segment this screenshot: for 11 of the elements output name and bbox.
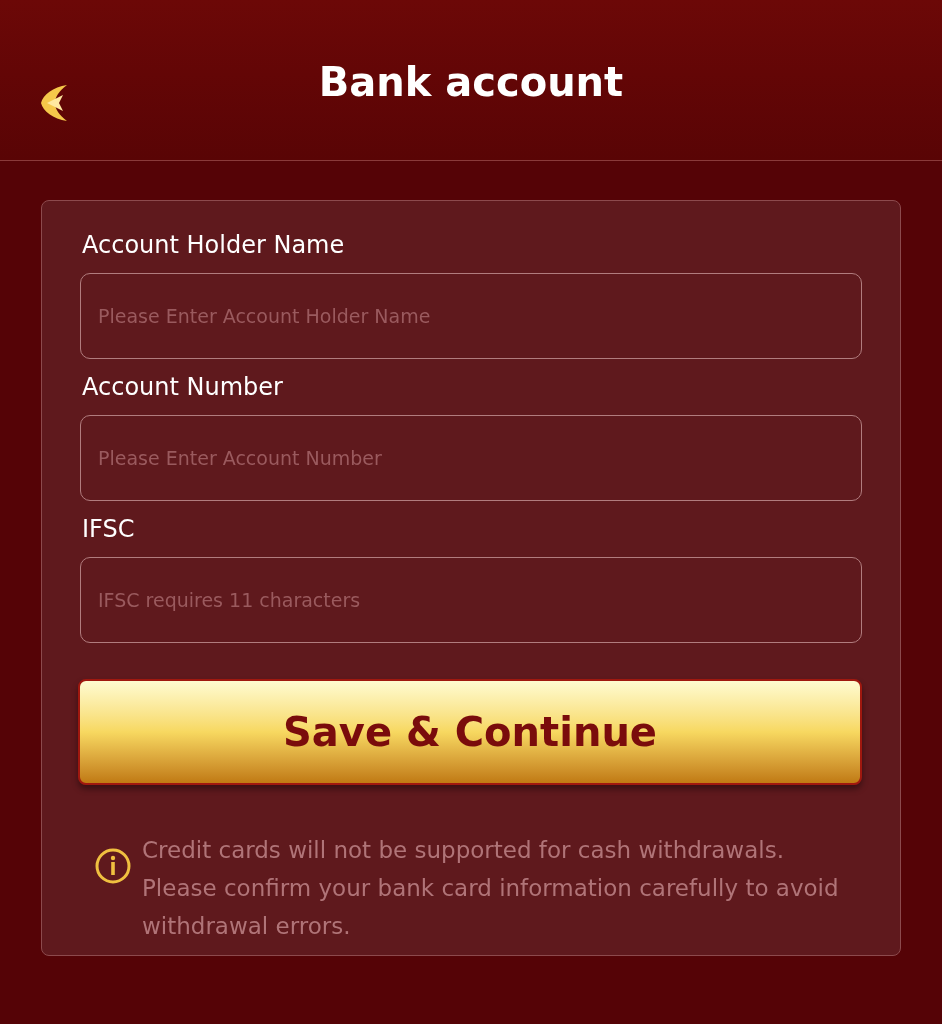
input-field[interactable]: IFSC requires 11 characters bbox=[80, 557, 862, 643]
field-label: Account Holder Name bbox=[82, 230, 346, 261]
save-continue-button[interactable]: Save & Continue bbox=[78, 679, 862, 785]
notice-text: Credit cards will not be supported for cash withdrawals. bbox=[142, 836, 785, 865]
input-field[interactable]: Please Enter Account Holder Name bbox=[80, 273, 862, 359]
field-label: IFSC bbox=[82, 514, 136, 545]
notice-text: Please confirm your bank card information carefully to avoid withdrawal errors. bbox=[142, 874, 840, 941]
info-icon bbox=[94, 847, 132, 885]
page-title: Bank account bbox=[318, 62, 624, 102]
input-field[interactable]: Please Enter Account Number bbox=[80, 415, 862, 501]
field-label: Account Number bbox=[82, 372, 284, 403]
